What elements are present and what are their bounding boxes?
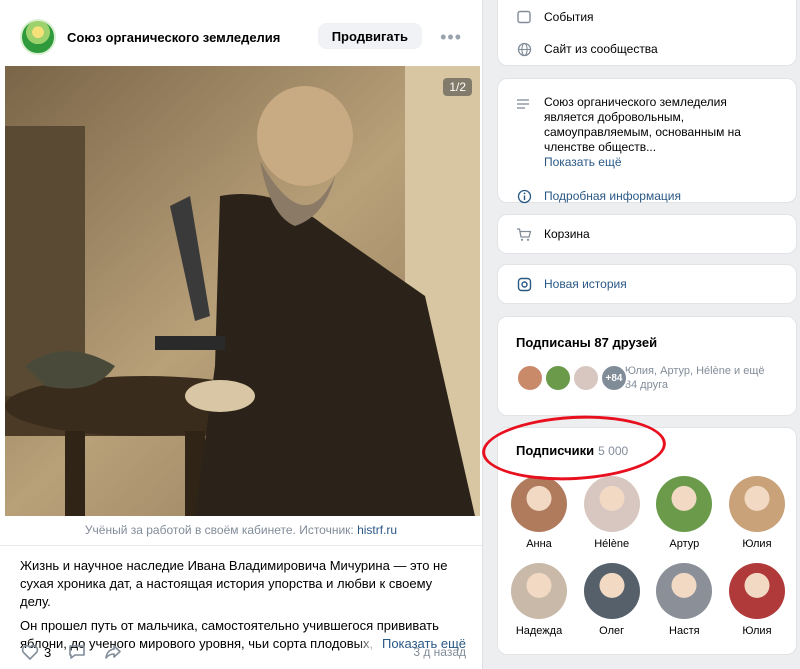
about-description: Союз органического земледелия является д…	[498, 79, 796, 170]
group-name[interactable]: Союз органического земледелия	[67, 30, 280, 45]
subscriber-item[interactable]: Юлия	[722, 563, 792, 637]
friend-avatar	[572, 364, 600, 392]
subscriber-name: Артур	[669, 538, 700, 550]
friend-avatar	[516, 364, 544, 392]
friends-avatars: +84	[516, 364, 628, 392]
avatar	[728, 563, 785, 619]
divider	[0, 545, 482, 546]
subscriber-item[interactable]: Олег	[577, 563, 647, 637]
subscriber-name: Юлия	[742, 538, 772, 550]
subscriber-item[interactable]: Настя	[649, 563, 719, 637]
subscriber-item[interactable]: Анна	[504, 476, 574, 550]
cart-item[interactable]: Корзина	[498, 215, 796, 253]
community-links-card: События Сайт из сообщества	[497, 0, 797, 66]
events-item[interactable]: События	[498, 1, 796, 33]
about-text: Союз органического земледелия является д…	[543, 95, 741, 154]
avatar	[728, 476, 785, 532]
details-item[interactable]: Подробная информация	[498, 180, 796, 212]
caption-source-link[interactable]: histrf.ru	[357, 523, 397, 537]
subscriber-name: Hélène	[594, 538, 630, 550]
group-avatar[interactable]	[20, 19, 56, 55]
globe-icon	[516, 41, 532, 57]
comment-icon	[69, 645, 86, 659]
caption-text: Учёный за работой в своём кабинете. Исто…	[84, 523, 358, 537]
post-photo[interactable]: 1/2	[5, 66, 480, 516]
avatar	[511, 476, 567, 532]
cart-card: Корзина	[497, 214, 797, 254]
comment-button[interactable]	[67, 642, 87, 662]
subscriber-name: Юлия	[742, 625, 772, 637]
avatar	[583, 563, 640, 619]
subscriber-name: Олег	[599, 625, 625, 637]
story-item[interactable]: Новая история	[498, 265, 796, 303]
subscriber-name: Настя	[669, 625, 700, 637]
more-options-icon[interactable]: •••	[440, 27, 462, 48]
text-lines-icon	[516, 97, 532, 170]
friends-line: +84 Юлия, Артур, Hélène и ещё 84 друга	[498, 350, 796, 392]
photo-counter: 1/2	[443, 78, 472, 96]
friends-title: Подписаны 87 друзей	[516, 335, 658, 350]
cart-icon	[516, 226, 532, 242]
scientist-photo-image	[5, 66, 480, 516]
calendar-icon	[516, 9, 532, 25]
subscriber-name: Надежда	[515, 625, 563, 637]
subscriber-item[interactable]: Надежда	[504, 563, 574, 637]
camera-icon	[516, 276, 532, 292]
promote-button[interactable]: Продвигать	[317, 23, 422, 49]
like-button[interactable]: 3	[20, 642, 51, 662]
site-item[interactable]: Сайт из сообщества	[498, 33, 796, 65]
subscribers-grid: Анна Hélène Артур Юлия Надежда Олег Наст…	[504, 476, 792, 637]
about-card: Союз органического земледелия является д…	[497, 78, 797, 203]
share-icon	[105, 645, 122, 659]
post-header: Союз органического земледелия Продвигать…	[20, 17, 462, 57]
subscriber-item[interactable]: Артур	[649, 476, 719, 550]
post-text: Жизнь и научное наследие Ивана Владимиро…	[20, 557, 466, 653]
details-label: Подробная информация	[544, 189, 681, 203]
friends-card[interactable]: Подписаны 87 друзей +84 Юлия, Артур, Hél…	[497, 316, 797, 416]
post-card: Союз органического земледелия Продвигать…	[0, 0, 483, 669]
subscriber-item[interactable]: Hélène	[577, 476, 647, 550]
events-label: События	[544, 10, 594, 24]
subscriber-item[interactable]: Юлия	[722, 476, 792, 550]
subscriber-name: Анна	[526, 538, 552, 550]
avatar	[583, 476, 640, 532]
avatar	[656, 563, 713, 619]
about-show-more-link[interactable]: Показать ещё	[544, 155, 622, 169]
photo-caption: Учёный за работой в своём кабинете. Исто…	[0, 523, 482, 537]
friends-more-badge: +84	[600, 364, 628, 392]
story-label: Новая история	[544, 277, 627, 291]
likes-count: 3	[44, 644, 52, 660]
info-icon	[516, 188, 532, 204]
post-time[interactable]: 3 д назад	[413, 645, 466, 659]
share-button[interactable]	[103, 642, 123, 662]
avatar	[656, 476, 713, 532]
site-label: Сайт из сообщества	[544, 42, 658, 56]
story-card: Новая история	[497, 264, 797, 304]
cart-label: Корзина	[544, 227, 590, 241]
post-paragraph-1: Жизнь и научное наследие Ивана Владимиро…	[20, 558, 448, 609]
post-footer: 3 3 д назад	[20, 640, 466, 664]
friend-avatar	[544, 364, 572, 392]
friends-text: Юлия, Артур, Hélène и ещё 84 друга	[624, 365, 765, 391]
avatar	[511, 563, 567, 619]
heart-icon	[21, 644, 39, 661]
